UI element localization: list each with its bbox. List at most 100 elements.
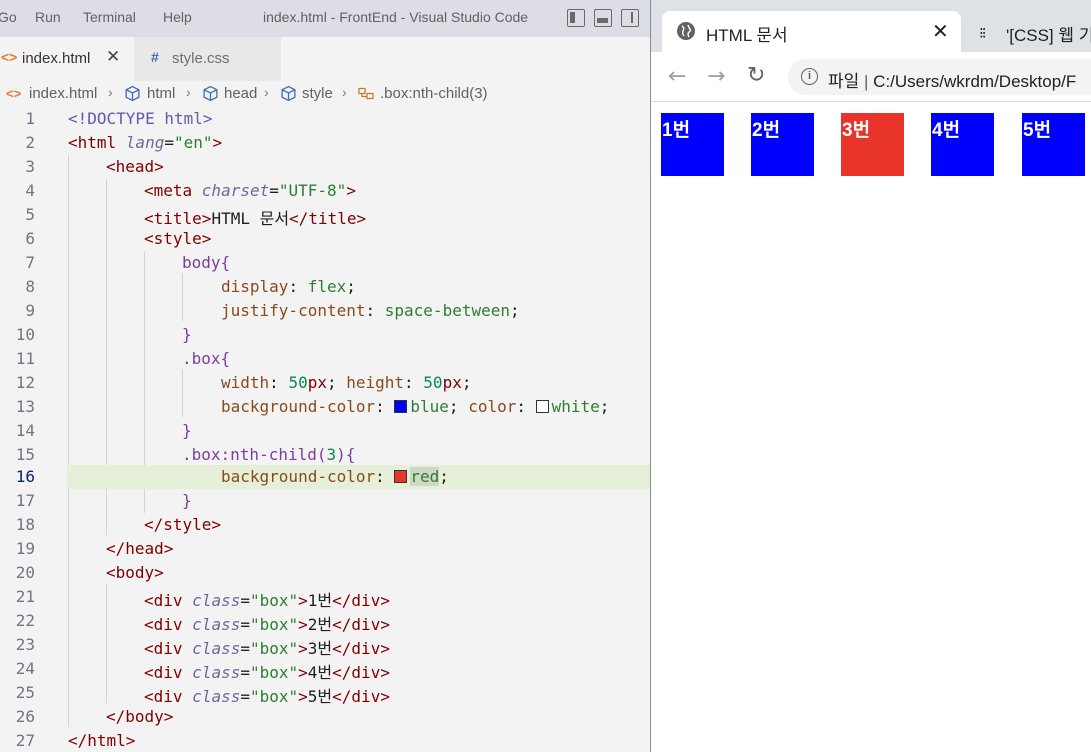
forward-arrow-icon[interactable]: → (707, 64, 725, 89)
code-line: 7 body{ (0, 251, 650, 275)
breadcrumb-item-head[interactable]: head (224, 85, 257, 102)
token-tag: > (298, 639, 308, 658)
menu-terminal[interactable]: Terminal (83, 9, 136, 25)
globe-icon (677, 22, 695, 40)
code-line: 10} (0, 323, 650, 347)
token-property: width (221, 373, 270, 392)
menu-help[interactable]: Help (163, 9, 192, 25)
line-number: 25 (15, 683, 35, 702)
browser-tab-active[interactable]: HTML 문서 ✕ (662, 11, 961, 52)
token-punct: : (288, 277, 308, 296)
code-line: 20 <body> (0, 561, 650, 585)
token-attr: class (192, 639, 241, 658)
token-eq: = (240, 687, 250, 706)
menu-go[interactable]: Go (0, 9, 17, 25)
line-number: 22 (15, 611, 35, 630)
code-line: 27 </html> (0, 729, 650, 752)
token-eq: = (164, 133, 174, 152)
window-title: index.html - FrontEnd - Visual Studio Co… (263, 9, 529, 25)
code-line: 3 <head> (0, 155, 650, 179)
breadcrumb: <> index.html › html › head › style › .b… (0, 81, 650, 107)
code-text: </html> (68, 731, 135, 750)
token-value: blue (410, 397, 449, 416)
token-property: color (468, 397, 517, 416)
favicon-icon: ⁝⁝ (979, 24, 986, 42)
code-text: <head> (106, 157, 164, 176)
info-icon[interactable]: i (801, 68, 818, 85)
token-tag: </body> (106, 707, 174, 726)
token-property: justify-content (221, 301, 366, 320)
line-number: 27 (15, 731, 35, 750)
breadcrumb-item-selector[interactable]: .box:nth-child(3) (380, 85, 488, 102)
vscode-window: Go Run Terminal Help index.html - FrontE… (0, 0, 650, 752)
breadcrumb-item-style[interactable]: style (302, 85, 333, 102)
code-text: display: flex; (221, 277, 356, 296)
code-text: <title>HTML 문서</title> (144, 205, 366, 229)
token-tag: <head> (106, 157, 164, 176)
token-punct: ; (461, 373, 472, 392)
token-tag: > (298, 591, 308, 610)
chevron-right-icon: › (186, 84, 191, 100)
token-text: 1번 (307, 591, 333, 610)
breadcrumb-item-file[interactable]: index.html (29, 85, 97, 102)
line-number: 10 (15, 325, 35, 344)
code-text: <!DOCTYPE html> (68, 109, 213, 128)
code-text: <meta charset="UTF-8"> (144, 181, 356, 200)
box-5: 5번 (1022, 113, 1085, 176)
line-number: 24 (15, 659, 35, 678)
toggle-secondary-sidebar-icon[interactable] (621, 9, 639, 27)
code-line: 26 </body> (0, 705, 650, 729)
menu-run[interactable]: Run (35, 9, 61, 25)
token-tag: <div (144, 663, 193, 682)
breadcrumb-item-html[interactable]: html (147, 85, 175, 102)
tab-label: index.html (22, 50, 91, 67)
token-punct: ; (346, 277, 356, 296)
toggle-panel-icon[interactable] (594, 9, 612, 27)
token-string: "box" (249, 615, 299, 634)
css-file-icon: # (151, 49, 159, 65)
line-number: 15 (15, 445, 35, 464)
token-tag: </div> (332, 615, 390, 634)
token-string: "UTF-8" (278, 181, 347, 200)
line-number: 13 (15, 397, 35, 416)
code-text: justify-content: space-between; (221, 301, 520, 320)
close-icon[interactable]: ✕ (106, 47, 120, 67)
line-number: 26 (15, 707, 35, 726)
address-bar[interactable]: i 파일 | C:/Users/wkrdm/Desktop/F (788, 59, 1091, 95)
token-punct: : (365, 301, 385, 320)
code-line-current: 16 background-color: red; (0, 465, 650, 489)
back-arrow-icon[interactable]: ← (668, 64, 686, 89)
token-unit: px (442, 373, 462, 392)
token-text: 3번 (307, 639, 333, 658)
browser-toolbar: ← → ↻ i 파일 | C:/Users/wkrdm/Desktop/F (651, 52, 1091, 102)
code-text: <style> (144, 229, 211, 248)
reload-icon[interactable]: ↻ (747, 63, 765, 88)
code-text: } (182, 325, 192, 344)
code-editor[interactable]: 1 <!DOCTYPE html> 2 <html lang="en"> 3 <hea… (0, 107, 650, 752)
browser-tab-title: HTML 문서 (706, 26, 788, 45)
code-line: 11 .box{ (0, 347, 650, 371)
token-attr: class (192, 615, 241, 634)
code-line: 1 <!DOCTYPE html> (0, 107, 650, 131)
close-icon[interactable]: ✕ (932, 19, 949, 43)
cube-symbol-icon (124, 85, 141, 106)
token-tag: > (212, 133, 223, 152)
token-tag: <div (144, 639, 193, 658)
token-tag: > (298, 615, 308, 634)
color-swatch-red[interactable] (394, 470, 408, 483)
line-number: 4 (25, 181, 35, 200)
token-value: space-between (384, 301, 510, 320)
token-attr: lang (125, 133, 165, 152)
tab-style-css[interactable]: # style.css (134, 37, 281, 81)
tab-index-html[interactable]: <> index.html ✕ (0, 37, 134, 81)
color-swatch-white[interactable] (535, 400, 549, 413)
line-number: 8 (25, 277, 35, 296)
token-punct: : (404, 373, 424, 392)
browser-tab-inactive-title[interactable]: '[CSS] 웹 기 (1006, 21, 1091, 46)
title-bar: Go Run Terminal Help index.html - FrontE… (0, 0, 650, 37)
toggle-primary-sidebar-icon[interactable] (567, 9, 585, 27)
code-text: } (182, 491, 192, 510)
color-swatch-blue[interactable] (394, 400, 408, 413)
token-number: 50 (288, 373, 308, 392)
token-string: "en" (173, 133, 213, 152)
